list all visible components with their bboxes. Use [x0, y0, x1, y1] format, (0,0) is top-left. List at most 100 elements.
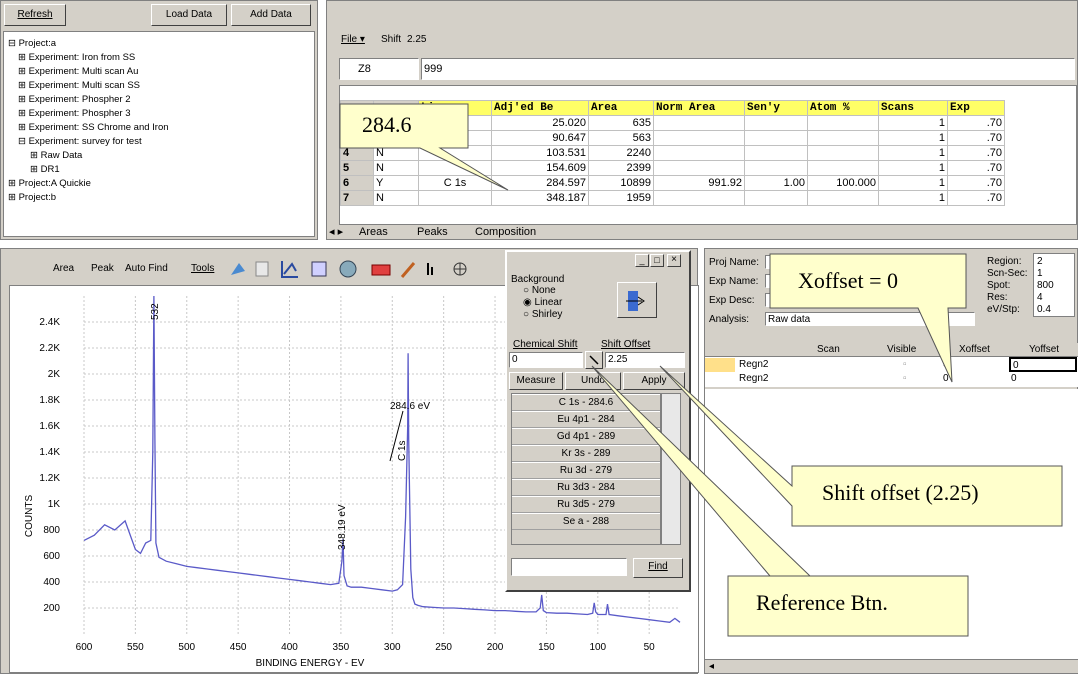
- line-cell[interactable]: [418, 190, 492, 206]
- area-cell[interactable]: 2399: [588, 160, 654, 176]
- col-header-scans[interactable]: Scans: [878, 100, 948, 116]
- scans-cell[interactable]: 1: [878, 115, 948, 131]
- add-data-button[interactable]: Add Data: [231, 4, 311, 26]
- radio-none[interactable]: ○ None: [523, 285, 556, 297]
- row-number[interactable]: 6: [340, 175, 374, 191]
- scans-cell[interactable]: 1: [878, 190, 948, 206]
- col-header-norm-area[interactable]: Norm Area: [653, 100, 745, 116]
- norm-area-cell[interactable]: [653, 130, 745, 146]
- tree-item-experiment[interactable]: ⊞ Experiment: Iron from SS: [18, 52, 135, 63]
- crosshair-icon[interactable]: [453, 262, 467, 276]
- norm-area-cell[interactable]: [653, 190, 745, 206]
- auto-find-button[interactable]: Auto Find: [125, 263, 168, 275]
- scans-cell[interactable]: 1: [878, 175, 948, 191]
- line-cell[interactable]: [418, 115, 492, 131]
- apply-background-icon-button[interactable]: [617, 282, 657, 318]
- scan-row-2-xoffset[interactable]: 0: [943, 373, 949, 385]
- norm-area-cell[interactable]: [653, 115, 745, 131]
- scan-row-2-visible[interactable]: ▫: [903, 373, 907, 385]
- horizontal-scrollbar[interactable]: ◂: [705, 659, 1078, 673]
- adj-be-cell[interactable]: 90.647: [491, 130, 589, 146]
- table-row[interactable]: 6YC 1s 284.597 10899 991.92 1.00 100.000 1.70: [340, 175, 1005, 191]
- tree-item-dr1[interactable]: ⊞ DR1: [30, 164, 60, 175]
- print-icon[interactable]: [255, 261, 269, 277]
- area-cell[interactable]: 1959: [588, 190, 654, 206]
- find-input[interactable]: [511, 558, 627, 576]
- tree-item-project-quickie[interactable]: ⊞ Project:A Quickie: [8, 178, 91, 189]
- sensitivity-cell[interactable]: [744, 130, 808, 146]
- flag-cell[interactable]: N: [373, 160, 419, 176]
- flag-cell[interactable]: N: [373, 190, 419, 206]
- scan-row-1-yoffset[interactable]: 0: [1009, 357, 1077, 372]
- scan-row-2-name[interactable]: Regn2: [739, 373, 768, 385]
- col-header-scan[interactable]: Scan: [817, 344, 840, 356]
- tab-composition[interactable]: Composition: [475, 225, 536, 239]
- sensitivity-cell[interactable]: [744, 160, 808, 176]
- reference-list-item[interactable]: C 1s - 284.6: [512, 394, 660, 411]
- table-row[interactable]: 5 N 154.609 2399 1.70: [340, 160, 1005, 176]
- cell-value-input[interactable]: 999: [421, 58, 1075, 80]
- area-cell[interactable]: 10899: [588, 175, 654, 191]
- chart-icon[interactable]: [281, 261, 298, 278]
- sensitivity-cell[interactable]: [744, 190, 808, 206]
- reference-list-item[interactable]: Ru 3d5 - 279: [512, 496, 660, 513]
- line-cell[interactable]: C 1s: [418, 175, 492, 191]
- tree-item-raw-data[interactable]: ⊞ Raw Data: [30, 150, 82, 161]
- area-cell[interactable]: 563: [588, 130, 654, 146]
- radio-shirley[interactable]: ○ Shirley: [523, 309, 562, 321]
- atom-pct-cell[interactable]: [807, 145, 879, 161]
- minimize-button[interactable]: _: [635, 254, 649, 267]
- exp-cell[interactable]: .70: [947, 145, 1005, 161]
- adj-be-cell[interactable]: 25.020: [491, 115, 589, 131]
- col-header-sensitivity[interactable]: Sen'y: [744, 100, 808, 116]
- line-cell[interactable]: [418, 130, 492, 146]
- scans-cell[interactable]: 1: [878, 130, 948, 146]
- color-icon[interactable]: [371, 264, 391, 276]
- scan-row-1-visible[interactable]: ▫: [903, 359, 907, 371]
- adj-be-cell[interactable]: 103.531: [491, 145, 589, 161]
- scans-cell[interactable]: 1: [878, 160, 948, 176]
- marker-icon[interactable]: [427, 263, 433, 275]
- atom-pct-cell[interactable]: 100.000: [807, 175, 879, 191]
- flag-cell[interactable]: Y: [373, 175, 419, 191]
- radio-linear[interactable]: ◉ Linear: [523, 297, 562, 309]
- tree-item-experiment[interactable]: ⊞ Experiment: Multi scan Au: [18, 66, 138, 77]
- tree-item-experiment[interactable]: ⊞ Experiment: SS Chrome and Iron: [18, 122, 169, 133]
- col-header-atom-pct[interactable]: Atom %: [807, 100, 879, 116]
- line-cell[interactable]: [418, 145, 492, 161]
- line-cell[interactable]: [418, 160, 492, 176]
- refresh-button[interactable]: Refresh: [4, 4, 66, 26]
- find-button[interactable]: Find: [633, 558, 683, 578]
- adj-be-cell[interactable]: 348.187: [491, 190, 589, 206]
- tree-item-experiment[interactable]: ⊞ Experiment: Multi scan SS: [18, 80, 140, 91]
- file-menu[interactable]: File ▾: [341, 34, 365, 46]
- col-header-visible[interactable]: Visible: [887, 344, 916, 356]
- measure-button[interactable]: Measure: [509, 372, 563, 390]
- maximize-button[interactable]: □: [650, 254, 664, 267]
- atom-pct-cell[interactable]: [807, 130, 879, 146]
- atom-pct-cell[interactable]: [807, 160, 879, 176]
- row-number[interactable]: 5: [340, 160, 374, 176]
- tree-item-experiment[interactable]: ⊞ Experiment: Phospher 2: [18, 94, 131, 105]
- adj-be-cell[interactable]: 284.597: [491, 175, 589, 191]
- scroll-left-arrow[interactable]: ◂: [709, 661, 714, 673]
- area-button[interactable]: Area: [53, 263, 74, 275]
- col-header-line[interactable]: Line: [418, 100, 492, 116]
- reference-button[interactable]: [585, 351, 603, 369]
- sensitivity-cell[interactable]: [744, 145, 808, 161]
- tree-item-project-b[interactable]: ⊞ Project:b: [8, 192, 56, 203]
- scan-row-2-yoffset[interactable]: 0: [1011, 373, 1017, 385]
- atom-pct-cell[interactable]: [807, 115, 879, 131]
- scan-row-1-xoffset[interactable]: 0: [943, 359, 949, 371]
- adj-be-cell[interactable]: 154.609: [491, 160, 589, 176]
- scans-cell[interactable]: 1: [878, 145, 948, 161]
- tab-peaks[interactable]: Peaks: [417, 225, 448, 239]
- table-row[interactable]: 7 N 348.187 1959 1.70: [340, 190, 1005, 206]
- scan-row-selector[interactable]: [705, 358, 735, 372]
- tree-item-experiment[interactable]: ⊞ Experiment: Phospher 3: [18, 108, 131, 119]
- shift-offset-input[interactable]: 2.25: [605, 352, 685, 368]
- flag-cell[interactable]: N: [373, 145, 419, 161]
- col-header-area[interactable]: Area: [588, 100, 654, 116]
- area-cell[interactable]: 2240: [588, 145, 654, 161]
- reference-list-item[interactable]: Ru 3d3 - 284: [512, 479, 660, 496]
